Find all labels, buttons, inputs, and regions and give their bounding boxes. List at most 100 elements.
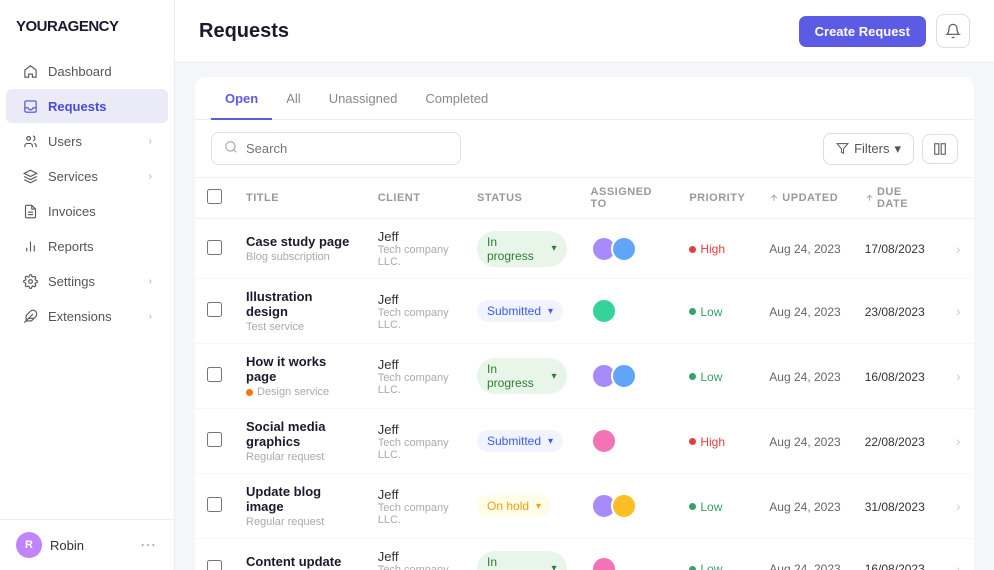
row-expand-icon[interactable]: › <box>956 368 961 384</box>
create-request-button[interactable]: Create Request <box>799 16 926 47</box>
client-name: Jeff <box>378 549 453 564</box>
table-row: Content update Blog subscription Jeff Te… <box>195 539 974 570</box>
due-date: 17/08/2023 <box>865 242 925 256</box>
row-checkbox[interactable] <box>207 302 222 317</box>
search-input[interactable] <box>246 141 448 156</box>
avatar <box>591 556 617 570</box>
col-assigned: ASSIGNED TO <box>579 178 678 219</box>
sidebar-item-services[interactable]: Services › <box>6 159 168 193</box>
chevron-right-icon-2: › <box>149 171 152 182</box>
row-expand-icon[interactable]: › <box>956 498 961 514</box>
search-icon <box>224 140 238 157</box>
more-options-icon[interactable]: ⋯ <box>140 535 158 555</box>
priority-dot <box>689 373 696 380</box>
col-status: STATUS <box>465 178 579 219</box>
status-badge[interactable]: In progress ▾ <box>477 231 567 267</box>
select-all-checkbox[interactable] <box>207 189 222 204</box>
status-badge[interactable]: In progress ▾ <box>477 358 567 394</box>
priority-badge: High <box>689 435 725 449</box>
tab-all[interactable]: All <box>272 77 314 120</box>
users-icon <box>22 133 38 149</box>
content-area: Open All Unassigned Completed Filters <box>175 63 994 570</box>
sidebar-item-dashboard[interactable]: Dashboard <box>6 54 168 88</box>
row-subtitle: Regular request <box>246 516 354 528</box>
row-expand-icon[interactable]: › <box>956 433 961 449</box>
sidebar-item-invoices[interactable]: Invoices <box>6 194 168 228</box>
search-box[interactable] <box>211 132 461 165</box>
updated-date: Aug 24, 2023 <box>769 242 840 256</box>
tab-open[interactable]: Open <box>211 77 272 120</box>
status-badge[interactable]: On hold ▾ <box>477 495 551 517</box>
tabs-bar: Open All Unassigned Completed <box>195 77 974 120</box>
status-caret-icon: ▾ <box>552 371 557 382</box>
status-caret-icon: ▾ <box>552 243 557 254</box>
client-company: Tech company LLC. <box>378 564 453 570</box>
status-caret-icon: ▾ <box>536 501 541 512</box>
sidebar-item-users[interactable]: Users › <box>6 124 168 158</box>
status-badge[interactable]: Submitted ▾ <box>477 300 563 322</box>
priority-badge: Low <box>689 500 722 514</box>
due-date: 23/08/2023 <box>865 305 925 319</box>
row-expand-icon[interactable]: › <box>956 241 961 257</box>
priority-dot <box>689 438 696 445</box>
reports-icon <box>22 238 38 254</box>
chevron-right-icon-3: › <box>149 276 152 287</box>
row-subtitle: Design service <box>246 386 354 398</box>
table-row: How it works page Design service Jeff Te… <box>195 344 974 409</box>
updated-date: Aug 24, 2023 <box>769 370 840 384</box>
chevron-right-icon: › <box>149 136 152 147</box>
tab-unassigned[interactable]: Unassigned <box>315 77 412 120</box>
tab-completed[interactable]: Completed <box>411 77 502 120</box>
home-icon <box>22 63 38 79</box>
row-expand-icon[interactable]: › <box>956 303 961 319</box>
priority-dot <box>689 503 696 510</box>
table-row: Social media graphics Regular request Je… <box>195 409 974 474</box>
status-badge[interactable]: In progress ▾ <box>477 551 567 570</box>
table-row: Update blog image Regular request Jeff T… <box>195 474 974 539</box>
row-subtitle: Blog subscription <box>246 251 354 263</box>
client-company: Tech company LLC. <box>378 502 453 526</box>
table-toolbar: Filters ▾ <box>195 120 974 177</box>
sidebar-item-extensions[interactable]: Extensions › <box>6 299 168 333</box>
content-panel: Open All Unassigned Completed Filters <box>195 77 974 570</box>
sidebar-label-services: Services <box>48 169 98 184</box>
requests-table: TITLE CLIENT STATUS ASSIGNED TO PRIORITY… <box>195 177 974 570</box>
requests-table-wrap: TITLE CLIENT STATUS ASSIGNED TO PRIORITY… <box>195 177 974 570</box>
sidebar-item-requests[interactable]: Requests <box>6 89 168 123</box>
row-checkbox[interactable] <box>207 367 222 382</box>
footer-user: R Robin <box>16 532 84 558</box>
row-title: Content update <box>246 554 354 569</box>
row-subtitle: Test service <box>246 321 354 333</box>
notification-button[interactable] <box>936 14 970 48</box>
row-checkbox[interactable] <box>207 240 222 255</box>
sidebar-item-reports[interactable]: Reports <box>6 229 168 263</box>
sidebar-nav: Dashboard Requests Users › <box>0 49 174 519</box>
sidebar-label-reports: Reports <box>48 239 94 254</box>
priority-dot <box>689 566 696 570</box>
table-row: Illustration design Test service Jeff Te… <box>195 279 974 344</box>
row-checkbox[interactable] <box>207 497 222 512</box>
col-due-date: DUE DATE <box>853 178 944 219</box>
client-company: Tech company LLC. <box>378 372 453 396</box>
columns-button[interactable] <box>922 134 958 164</box>
table-row: Case study page Blog subscription Jeff T… <box>195 219 974 279</box>
row-checkbox[interactable] <box>207 560 222 570</box>
priority-badge: Low <box>689 305 722 319</box>
status-badge[interactable]: Submitted ▾ <box>477 430 563 452</box>
avatar-group <box>591 236 666 262</box>
client-name: Jeff <box>378 487 453 502</box>
row-title: Case study page <box>246 234 354 249</box>
avatar: R <box>16 532 42 558</box>
client-name: Jeff <box>378 229 453 244</box>
priority-badge: Low <box>689 562 722 570</box>
filters-button[interactable]: Filters ▾ <box>823 133 914 165</box>
sidebar-item-settings[interactable]: Settings › <box>6 264 168 298</box>
col-updated: UPDATED <box>757 178 852 219</box>
client-name: Jeff <box>378 292 453 307</box>
invoice-icon <box>22 203 38 219</box>
main-content: Requests Create Request Open All Unassig… <box>175 0 994 570</box>
services-icon <box>22 168 38 184</box>
avatar-group <box>591 556 666 570</box>
row-checkbox[interactable] <box>207 432 222 447</box>
row-expand-icon[interactable]: › <box>956 561 961 570</box>
